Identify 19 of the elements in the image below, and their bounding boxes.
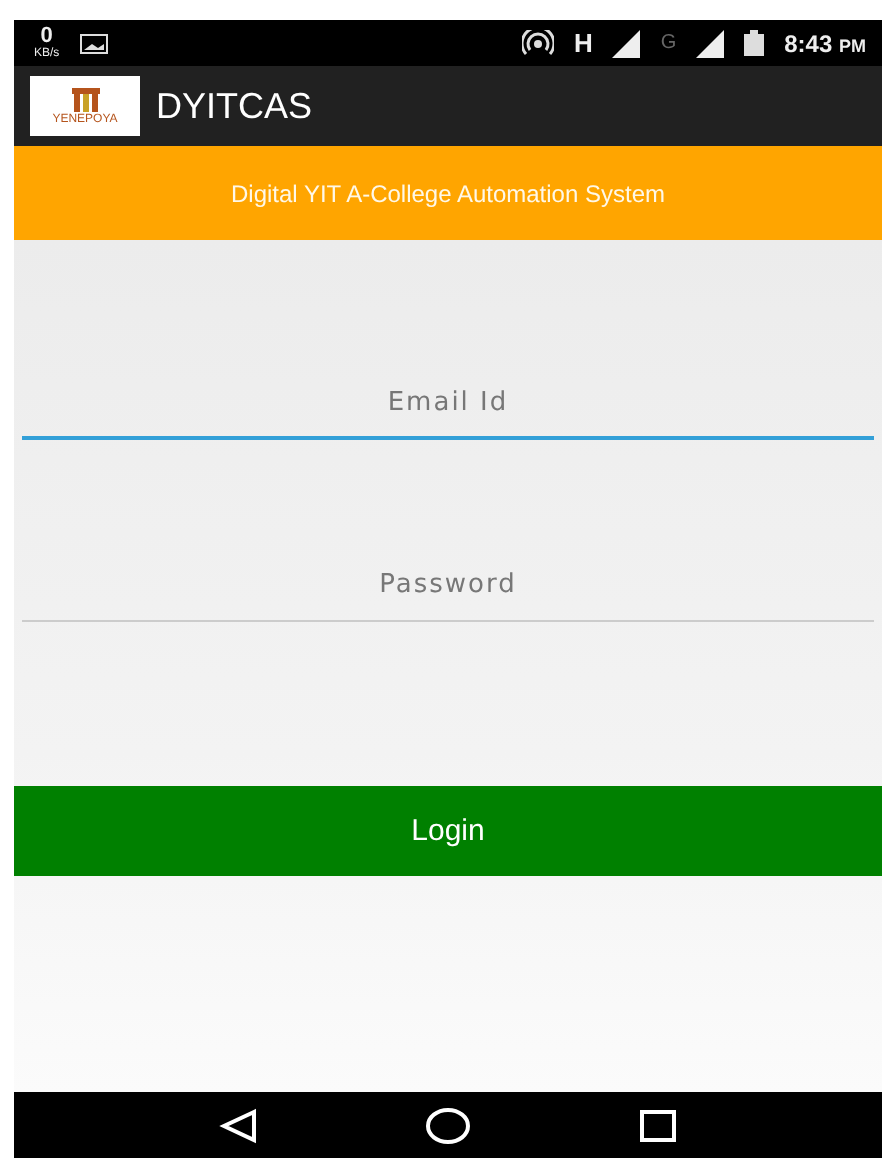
image-icon (79, 33, 108, 53)
home-icon[interactable] (426, 1107, 470, 1143)
input-field[interactable]: Email Id (22, 368, 874, 440)
clock-time: 8:43 (784, 29, 833, 57)
clock-meridiem: PM (839, 35, 866, 55)
login-button[interactable]: Login (14, 786, 882, 876)
battery-icon (744, 30, 765, 56)
recent-apps-icon[interactable] (638, 1107, 678, 1143)
hotspot-icon (521, 29, 554, 57)
banner-text: Digital YIT A-College Automation System (231, 179, 665, 207)
pillars-icon (71, 87, 99, 111)
signal-icon (696, 29, 725, 57)
back-icon[interactable] (218, 1107, 258, 1143)
network-speed-value: 0 (40, 26, 53, 48)
input-field[interactable]: Password (22, 550, 874, 622)
signal-icon (612, 29, 641, 57)
network-type: H (573, 28, 593, 58)
network-type: G (660, 32, 677, 54)
app-title: DYITCAS (156, 85, 313, 127)
